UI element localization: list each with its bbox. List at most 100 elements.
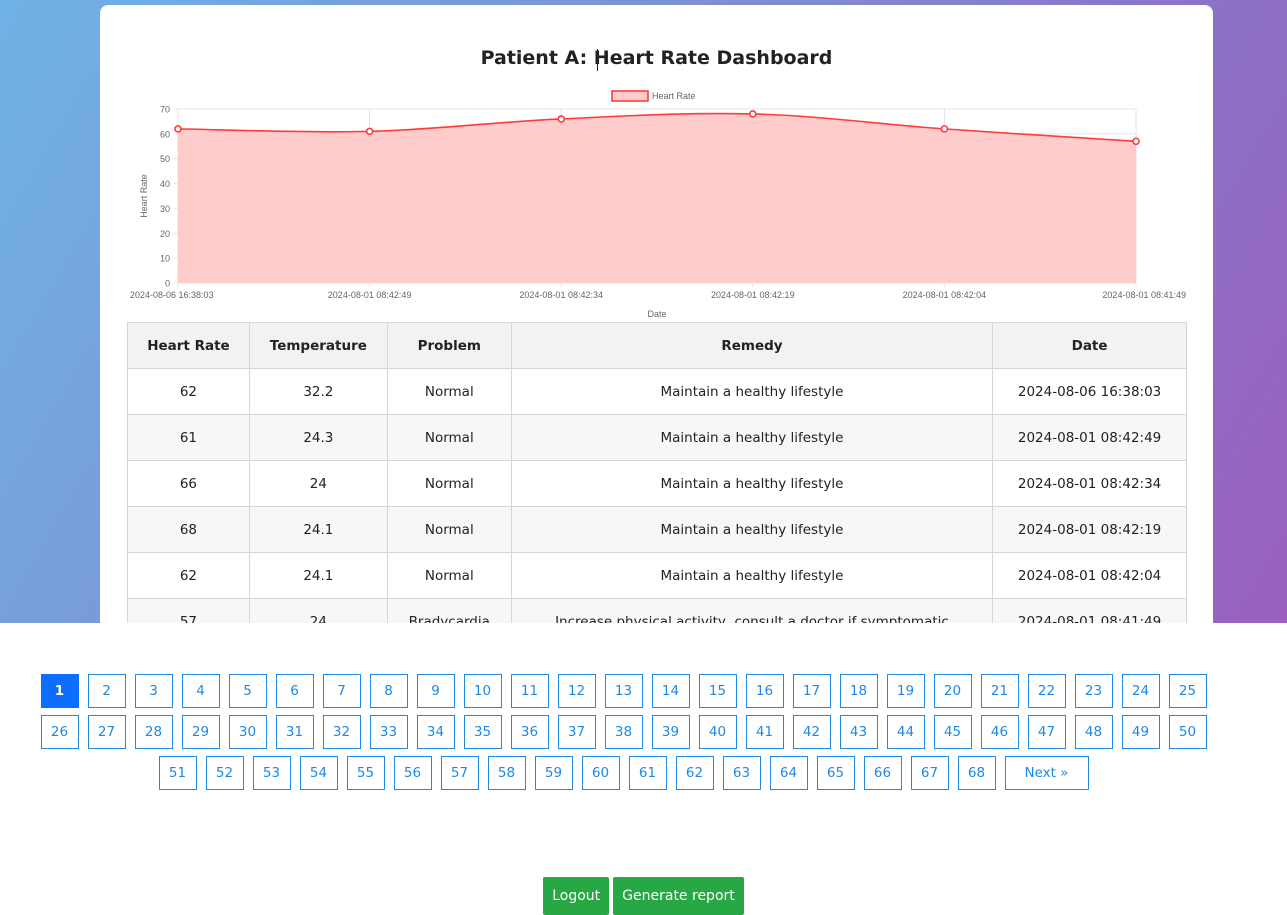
page-link[interactable]: 61 bbox=[628, 756, 667, 790]
data-point bbox=[557, 115, 566, 123]
table-cell: 68 bbox=[127, 506, 250, 553]
page-link[interactable]: 13 bbox=[604, 674, 643, 708]
page-link[interactable]: 58 bbox=[487, 756, 526, 790]
page-link[interactable]: 53 bbox=[252, 756, 291, 790]
y-tick-label: 10 bbox=[160, 254, 170, 264]
x-tick-label: 2024-08-06 16:38:03 bbox=[130, 290, 214, 300]
page-link[interactable]: 49 bbox=[1121, 715, 1160, 749]
page-link[interactable]: 21 bbox=[980, 674, 1019, 708]
page-link[interactable]: 10 bbox=[463, 674, 502, 708]
table-cell: 24 bbox=[248, 460, 388, 507]
page-link[interactable]: 40 bbox=[698, 715, 737, 749]
table-header-row: Heart Rate Temperature Problem Remedy Date bbox=[127, 322, 1187, 369]
page-link[interactable]: 3 bbox=[134, 674, 173, 708]
table-row: 61 24.3 Normal Maintain a healthy lifestyle… bbox=[127, 414, 1187, 461]
page-link[interactable]: 27 bbox=[87, 715, 126, 749]
page-link[interactable]: 57 bbox=[440, 756, 479, 790]
page-link[interactable]: 20 bbox=[933, 674, 972, 708]
table-cell: 66 bbox=[127, 460, 250, 507]
table-cell: Maintain a healthy lifestyle bbox=[510, 506, 994, 553]
page-link[interactable]: 34 bbox=[416, 715, 455, 749]
table-body: 62 32.2 Normal Maintain a healthy lifestyle… bbox=[127, 368, 1187, 623]
table-cell: 61 bbox=[127, 414, 250, 461]
page-link[interactable]: 55 bbox=[346, 756, 385, 790]
page-link[interactable]: 64 bbox=[769, 756, 808, 790]
page-link[interactable]: 54 bbox=[299, 756, 338, 790]
page-link[interactable]: 46 bbox=[980, 715, 1019, 749]
page-link[interactable]: 36 bbox=[510, 715, 549, 749]
page-link[interactable]: 28 bbox=[134, 715, 173, 749]
table-cell: Maintain a healthy lifestyle bbox=[510, 414, 994, 461]
page-link[interactable]: 26 bbox=[40, 715, 79, 749]
page-link[interactable]: 43 bbox=[839, 715, 878, 749]
page-link[interactable]: 2 bbox=[87, 674, 126, 708]
page-link[interactable]: 23 bbox=[1074, 674, 1113, 708]
page-link[interactable]: 60 bbox=[581, 756, 620, 790]
page-link[interactable]: 5 bbox=[228, 674, 267, 708]
page-link[interactable]: 38 bbox=[604, 715, 643, 749]
table-cell: Maintain a healthy lifestyle bbox=[510, 368, 994, 415]
page-link[interactable]: 35 bbox=[463, 715, 502, 749]
page-link[interactable]: 51 bbox=[158, 756, 197, 790]
page-link[interactable]: 62 bbox=[675, 756, 714, 790]
page-link[interactable]: 6 bbox=[275, 674, 314, 708]
page-link[interactable]: 7 bbox=[322, 674, 361, 708]
page-link[interactable]: 9 bbox=[416, 674, 455, 708]
page-link[interactable]: 12 bbox=[557, 674, 596, 708]
x-tick-label: 2024-08-01 08:42:34 bbox=[519, 290, 603, 300]
data-point bbox=[748, 110, 757, 118]
page-link[interactable]: 66 bbox=[863, 756, 902, 790]
table-row: 62 24.1 Normal Maintain a healthy lifestyle… bbox=[127, 552, 1187, 599]
page-link[interactable]: 65 bbox=[816, 756, 855, 790]
page-link[interactable]: 14 bbox=[651, 674, 690, 708]
page-link[interactable]: 48 bbox=[1074, 715, 1113, 749]
table-cell: Bradycardia bbox=[386, 598, 512, 623]
table-cell: 62 bbox=[127, 368, 250, 415]
page-link[interactable]: 15 bbox=[698, 674, 737, 708]
table-cell: Increase physical activity, consult a do… bbox=[510, 598, 994, 623]
page-link[interactable]: 22 bbox=[1027, 674, 1066, 708]
page-link[interactable]: 4 bbox=[181, 674, 220, 708]
page-link[interactable]: 32 bbox=[322, 715, 361, 749]
page-link[interactable]: 11 bbox=[510, 674, 549, 708]
page-link[interactable]: 29 bbox=[181, 715, 220, 749]
pagination: 1 2 3 4 5 6 7 8 9 10 11 12 13 14 15 16 17 18 19 20 21 22 23 24 2… bbox=[20, 674, 1227, 790]
page-link[interactable]: 42 bbox=[792, 715, 831, 749]
page-link[interactable]: 56 bbox=[393, 756, 432, 790]
page-link[interactable]: 24 bbox=[1121, 674, 1160, 708]
page-link[interactable]: 44 bbox=[886, 715, 925, 749]
next-page-link[interactable]: Next » bbox=[1004, 756, 1089, 790]
column-header: Temperature bbox=[248, 322, 388, 369]
page-link[interactable]: 19 bbox=[886, 674, 925, 708]
page-link[interactable]: 47 bbox=[1027, 715, 1066, 749]
page-link[interactable]: 8 bbox=[369, 674, 408, 708]
page-link[interactable]: 45 bbox=[933, 715, 972, 749]
page-link[interactable]: 63 bbox=[722, 756, 761, 790]
page-link[interactable]: 67 bbox=[910, 756, 949, 790]
page-link[interactable]: 30 bbox=[228, 715, 267, 749]
page-link[interactable]: 59 bbox=[534, 756, 573, 790]
page-link[interactable]: 17 bbox=[792, 674, 831, 708]
legend-swatch bbox=[611, 90, 649, 102]
page-link[interactable]: 37 bbox=[557, 715, 596, 749]
generate-report-button[interactable]: Generate report bbox=[613, 877, 744, 915]
data-point bbox=[940, 125, 949, 133]
page-link[interactable]: 41 bbox=[745, 715, 784, 749]
page-link[interactable]: 1 bbox=[40, 674, 79, 708]
page-link[interactable]: 33 bbox=[369, 715, 408, 749]
page-link[interactable]: 52 bbox=[205, 756, 244, 790]
page-link[interactable]: 31 bbox=[275, 715, 314, 749]
table-cell: 62 bbox=[127, 552, 250, 599]
table-row: 68 24.1 Normal Maintain a healthy lifestyle… bbox=[127, 506, 1187, 553]
legend-label: Heart Rate bbox=[652, 91, 696, 101]
y-tick-label: 70 bbox=[160, 105, 170, 115]
page-link[interactable]: 25 bbox=[1168, 674, 1207, 708]
column-header: Heart Rate bbox=[127, 322, 250, 369]
page-link[interactable]: 16 bbox=[745, 674, 784, 708]
logout-button[interactable]: Logout bbox=[543, 877, 610, 915]
page-link[interactable]: 68 bbox=[957, 756, 996, 790]
page-link[interactable]: 39 bbox=[651, 715, 690, 749]
page-link[interactable]: 50 bbox=[1168, 715, 1207, 749]
page-link[interactable]: 18 bbox=[839, 674, 878, 708]
table-cell: Maintain a healthy lifestyle bbox=[510, 460, 994, 507]
